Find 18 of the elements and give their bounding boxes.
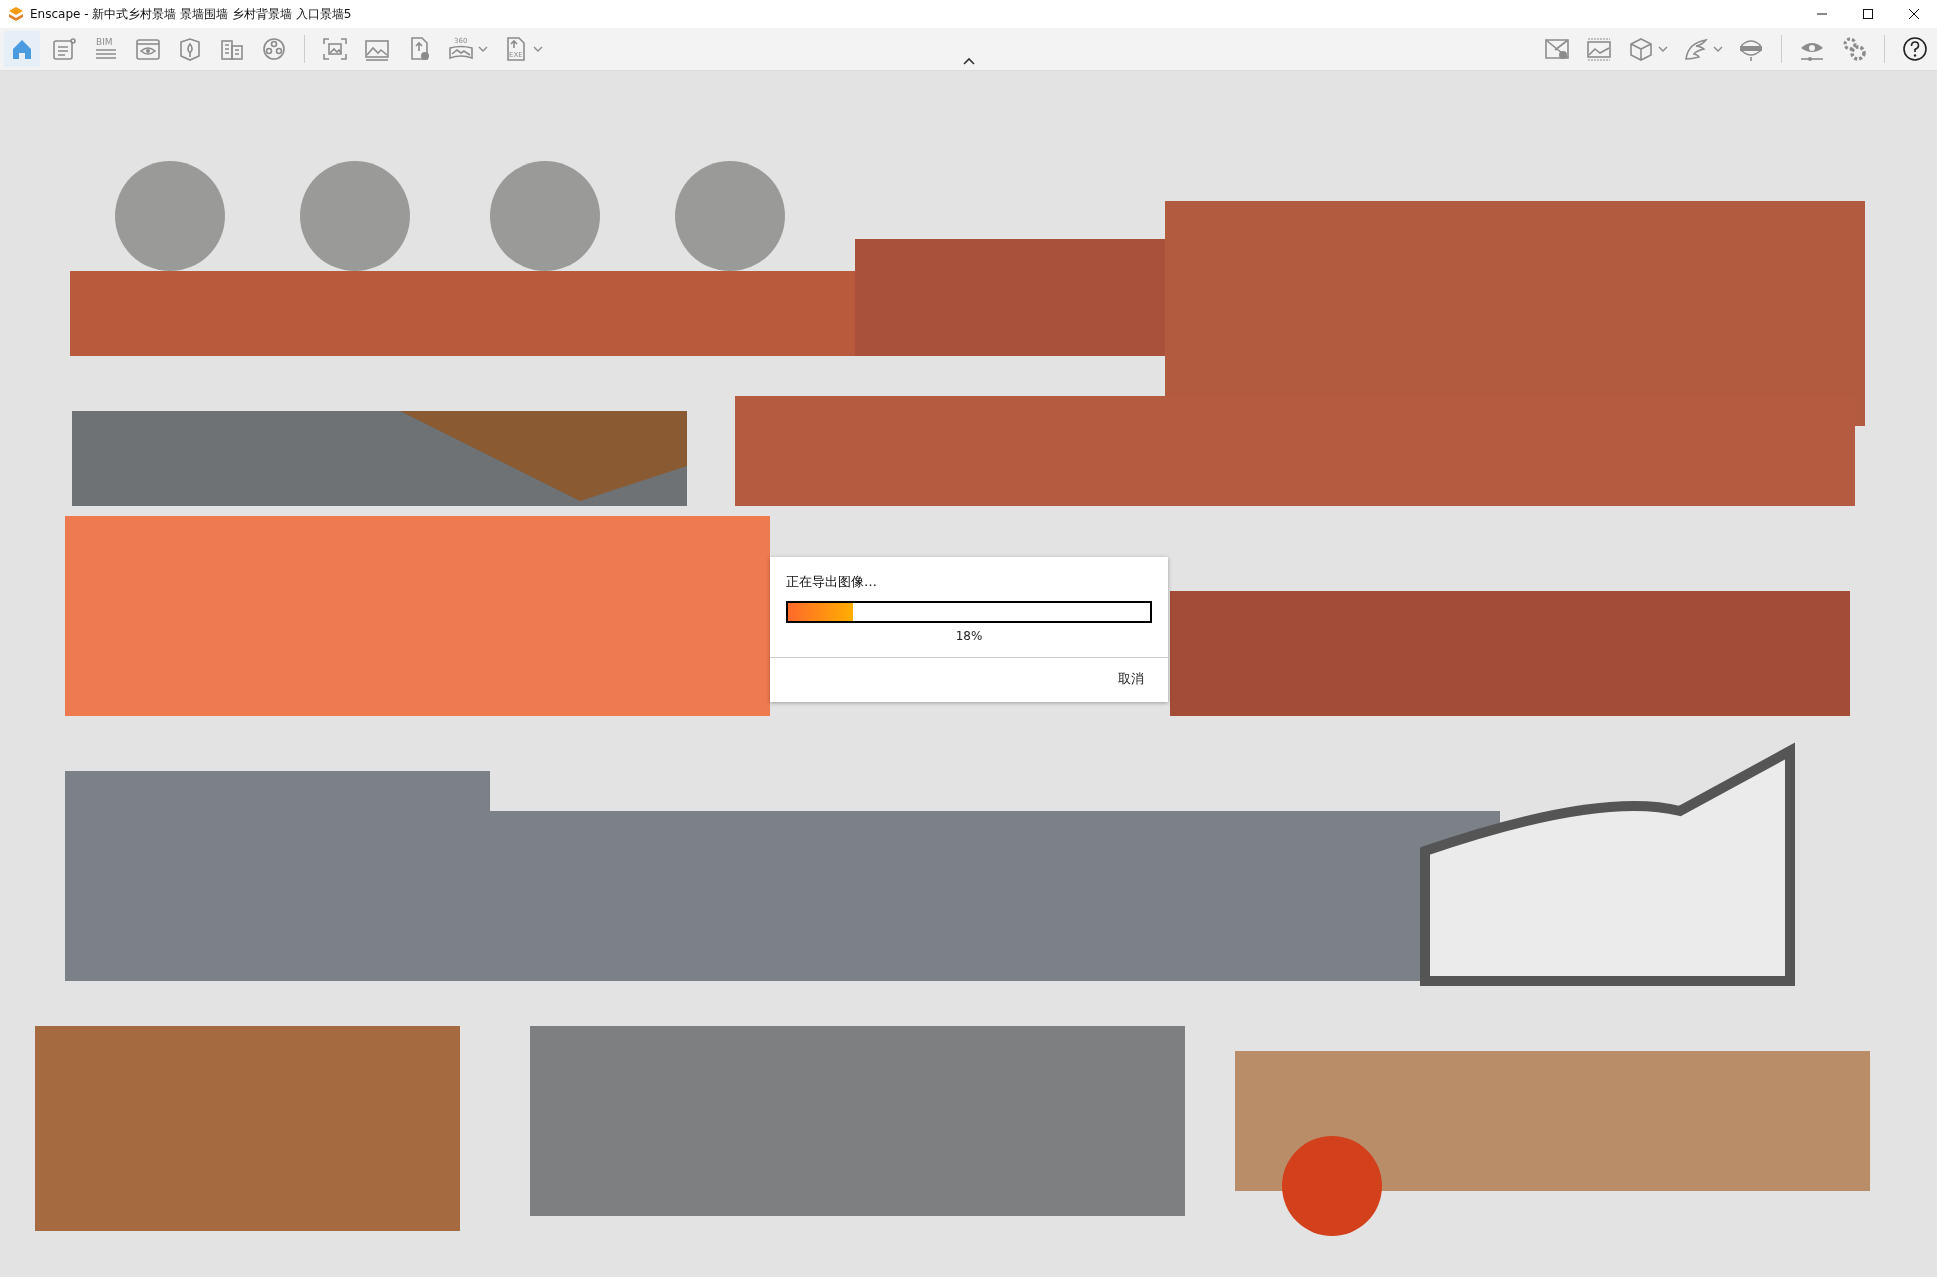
cube-icon [1627,35,1655,63]
film-reel-icon [260,35,288,63]
caret-icon [1658,45,1668,53]
notes-icon [50,35,78,63]
capture-icon [321,35,349,63]
app-logo-icon [8,6,24,22]
close-icon [1908,8,1920,20]
caret-icon [533,45,543,53]
caret-icon [1713,45,1723,53]
help-icon [1901,35,1929,63]
caret-icon [478,45,488,53]
chevron-up-icon [962,56,976,66]
progress-percent: 18% [955,628,983,645]
maximize-icon [1862,8,1874,20]
cancel-button[interactable]: 取消 [1110,666,1152,692]
window-title: Enscape - 新中式乡村景墙 景墙围墙 乡村背景墙 入口景墙5 [30,5,353,23]
export-message: 正在导出图像… [785,573,878,591]
panorama-image-icon [1585,35,1613,63]
